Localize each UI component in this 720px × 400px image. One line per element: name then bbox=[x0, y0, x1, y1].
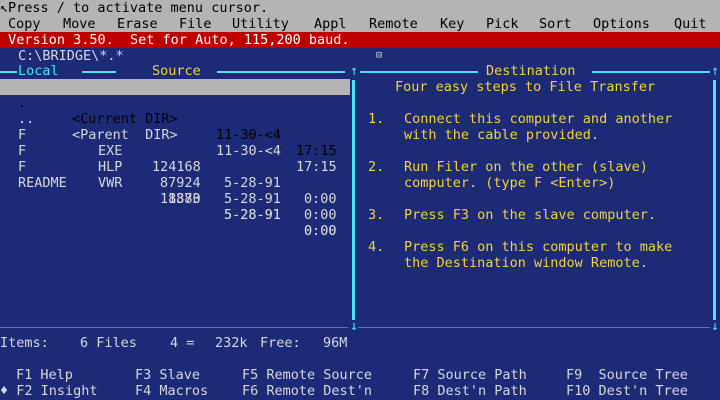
step-text: computer. (type F <Enter>) bbox=[404, 175, 616, 191]
menu-file[interactable]: File bbox=[179, 16, 212, 32]
step-number: 2. bbox=[368, 159, 385, 175]
destination-header: Destination bbox=[486, 63, 576, 79]
free-label: Free: bbox=[260, 335, 301, 351]
local-header: Local bbox=[18, 63, 59, 79]
file-date: 5-28-91 bbox=[224, 191, 281, 207]
step-text: with the cable provided. bbox=[404, 127, 600, 143]
menu-pick[interactable]: Pick bbox=[486, 16, 519, 32]
items-count: 6 Files bbox=[80, 335, 137, 351]
file-time: 0:00 bbox=[304, 191, 337, 207]
table-row[interactable]: F HLP 87924 5-28-91 0:00 bbox=[0, 127, 350, 223]
menu-utility[interactable]: Utility bbox=[232, 16, 289, 32]
scroll-down-arrow-right-icon[interactable]: ↓ bbox=[711, 318, 719, 334]
scroll-up-arrow-right-icon[interactable]: ↑ bbox=[711, 63, 719, 79]
scroll-down-arrow-icon[interactable]: ↓ bbox=[350, 318, 358, 334]
menu-appl[interactable]: Appl bbox=[314, 16, 347, 32]
menu-sort[interactable]: Sort bbox=[539, 16, 572, 32]
status-bar: Version 3.50. Set for Auto, 115,200 baud… bbox=[0, 32, 720, 48]
free-value: 96M bbox=[323, 335, 348, 351]
step-text: the Destination window Remote. bbox=[404, 255, 648, 271]
menu-erase[interactable]: Erase bbox=[117, 16, 158, 32]
fkey-f6-remote-destn[interactable]: F6 Remote Dest'n bbox=[242, 383, 372, 399]
step-number: 3. bbox=[368, 207, 385, 223]
fkey-f10-destn-tree[interactable]: F10 Dest'n Tree bbox=[566, 383, 688, 399]
step-number: 1. bbox=[368, 111, 385, 127]
menu-options[interactable]: Options bbox=[593, 16, 650, 32]
table-row[interactable]: F EXE 124168 5-28-91 0:00 bbox=[0, 111, 350, 207]
items-label: Items: bbox=[0, 335, 49, 351]
file-date: 5-28-91 bbox=[224, 207, 281, 223]
step-text: Press F3 on the slave computer. bbox=[404, 207, 656, 223]
file-name: README bbox=[18, 175, 67, 191]
table-row[interactable]: README 1373 5-28-91 0:00 bbox=[0, 159, 350, 239]
fkey-f3-slave[interactable]: F3 Slave bbox=[135, 367, 200, 383]
table-row[interactable]: .. <Parent DIR> 11-30-<4 17:15 bbox=[0, 95, 350, 175]
fkey-f5-remote-source[interactable]: F5 Remote Source bbox=[242, 367, 372, 383]
items-size: 232k bbox=[215, 335, 248, 351]
table-row[interactable]: . <Current DIR> 11-30-<4 17:15 bbox=[0, 79, 350, 159]
table-row[interactable]: F VWR 18880 5-28-91 0:00 bbox=[0, 143, 350, 239]
hint-bar: ↖ Press / to activate menu cursor. bbox=[0, 0, 720, 16]
scroll-up-arrow-icon[interactable]: ↑ bbox=[350, 63, 358, 79]
step-text: Run Filer on the other (slave) bbox=[404, 159, 648, 175]
fkey-f2-insight[interactable]: ♦ F2 Insight bbox=[0, 383, 98, 399]
step-text: Press F6 on this computer to make bbox=[404, 239, 673, 255]
source-header: Source bbox=[152, 63, 201, 79]
menu-key[interactable]: Key bbox=[440, 16, 464, 32]
fkey-f9-source-tree[interactable]: F9 Source Tree bbox=[566, 367, 688, 383]
window-toggle-icon[interactable]: ⊟ bbox=[376, 48, 382, 64]
file-ext: VWR bbox=[98, 175, 123, 191]
status-text: Version 3.50. Set for Auto, 115,200 baud… bbox=[0, 32, 350, 48]
destination-title: Four easy steps to File Transfer bbox=[395, 79, 656, 95]
file-size: 87924 bbox=[160, 175, 201, 191]
hint-text: Press / to activate menu cursor. bbox=[8, 0, 269, 16]
fkey-f7-source-path[interactable]: F7 Source Path bbox=[413, 367, 527, 383]
menu-copy[interactable]: Copy bbox=[8, 16, 41, 32]
current-path: C:\BRIDGE\*.* bbox=[18, 48, 124, 64]
menu-quit[interactable]: Quit bbox=[674, 16, 707, 32]
fkey-f4-macros[interactable]: F4 Macros bbox=[135, 383, 208, 399]
step-number: 4. bbox=[368, 239, 385, 255]
menu-move[interactable]: Move bbox=[63, 16, 96, 32]
left-scrollbar[interactable] bbox=[352, 80, 355, 320]
right-scrollbar[interactable] bbox=[713, 80, 716, 320]
file-size: 1373 bbox=[168, 191, 201, 207]
menu-bar: Copy Move Erase File Utility Appl Remote… bbox=[0, 16, 720, 32]
fkey-f8-destn-path[interactable]: F8 Dest'n Path bbox=[413, 383, 527, 399]
cursor-arrow-icon: ↖ bbox=[0, 0, 9, 16]
file-time: 0:00 bbox=[304, 223, 337, 239]
file-time: 0:00 bbox=[304, 207, 337, 223]
items-blocks: 4 = bbox=[170, 335, 195, 351]
file-date: 5-28-91 bbox=[224, 175, 281, 191]
menu-remote[interactable]: Remote bbox=[369, 16, 418, 32]
step-text: Connect this computer and another bbox=[404, 111, 673, 127]
fkey-f1-help[interactable]: F1 Help bbox=[16, 367, 73, 383]
